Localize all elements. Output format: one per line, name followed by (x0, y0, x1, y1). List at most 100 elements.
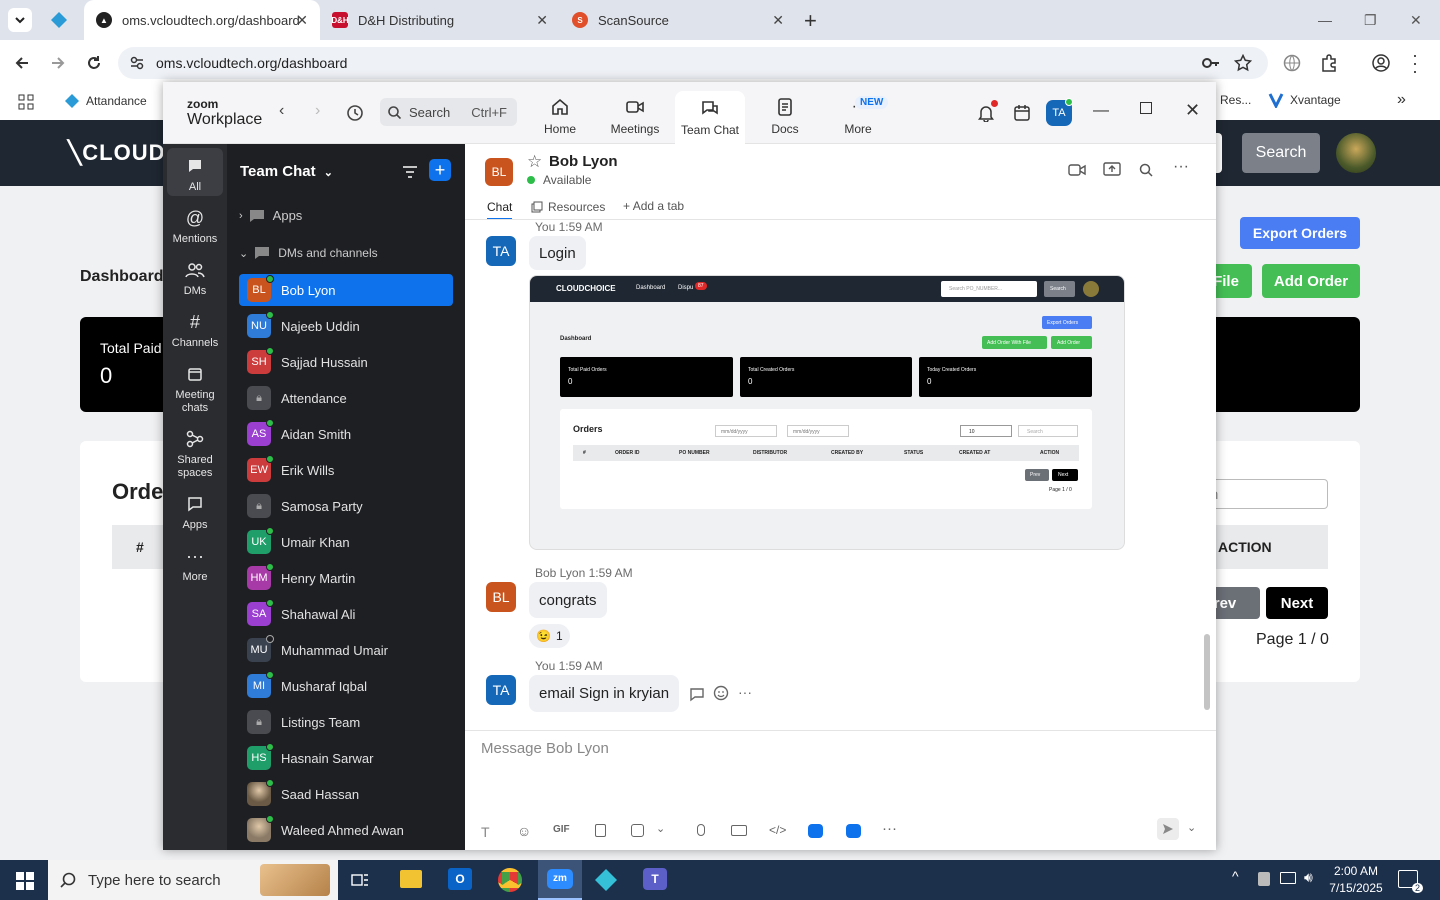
chat-video-icon[interactable] (1068, 163, 1086, 177)
more-bookmarks-icon[interactable]: » (1397, 91, 1406, 109)
apps-section[interactable]: › Apps (239, 208, 302, 223)
bookmark-attendance[interactable]: Attandance (64, 93, 147, 109)
attached-screenshot[interactable]: CLOUDCHOICE Dashboard Dispu 87 Search PO… (529, 275, 1125, 550)
new-tab-button[interactable]: + (804, 8, 817, 34)
message-avatar[interactable]: TA (486, 236, 516, 266)
volume-icon[interactable]: 🔊︎ (1304, 869, 1313, 886)
rail-dms[interactable]: DMs (167, 258, 223, 298)
profile-icon[interactable] (1372, 54, 1390, 72)
site-avatar[interactable] (1336, 133, 1376, 173)
contact-item[interactable]: NU Najeeb Uddin (239, 310, 453, 342)
pinned-tab[interactable] (50, 11, 68, 29)
taskbar-search[interactable]: Type here to search (48, 860, 338, 900)
zoom-minimize-icon[interactable]: — (1093, 102, 1109, 120)
message-bubble[interactable]: congrats (529, 582, 607, 618)
message-bubble[interactable]: Login (529, 236, 586, 270)
screenshot-icon[interactable] (631, 824, 644, 837)
tab-oms-dashboard[interactable]: ▲ oms.vcloudtech.org/dashboard ✕ (84, 0, 320, 40)
add-tab-button[interactable]: + Add a tab (623, 199, 684, 213)
nav-back-icon[interactable]: ‹ (279, 102, 284, 120)
rail-shared-spaces[interactable]: Shared spaces (167, 427, 223, 480)
resources-tab[interactable]: Resources (531, 200, 605, 214)
tab-scansource[interactable]: S ScanSource ✕ (560, 0, 796, 40)
contact-item[interactable]: AS Aidan Smith (239, 418, 453, 450)
reload-icon[interactable] (86, 55, 102, 71)
network-icon[interactable] (1280, 872, 1296, 884)
chat-more-icon[interactable]: ··· (1173, 158, 1189, 176)
back-icon[interactable] (14, 55, 30, 71)
minimize-icon[interactable]: — (1318, 12, 1332, 28)
tab-meetings[interactable]: Meetings (600, 96, 670, 136)
rail-channels[interactable]: # Channels (167, 310, 223, 350)
chat-header-avatar[interactable]: BL (485, 158, 513, 186)
zoom-search-box[interactable]: Search Ctrl+F (380, 98, 517, 126)
message-more-icon[interactable]: ··· (738, 684, 752, 700)
add-reaction-icon[interactable] (713, 685, 729, 701)
zoom-maximize-icon[interactable] (1140, 102, 1152, 114)
contact-item[interactable]: 🔒︎ Samosa Party (239, 490, 453, 522)
contact-item[interactable]: SA Shahawal Ali (239, 598, 453, 630)
microphone-icon[interactable] (697, 824, 705, 836)
windows-start-icon[interactable] (16, 872, 34, 890)
dms-section[interactable]: ⌄ DMs and channels (239, 246, 378, 260)
bookmark-star-icon[interactable] (1234, 54, 1252, 72)
chat-tab[interactable]: Chat (487, 200, 513, 220)
bookmark-xvantage[interactable]: Xvantage (1268, 92, 1341, 108)
chat-search-icon[interactable] (1139, 163, 1153, 177)
zoom-taskbar-icon[interactable]: zm (538, 860, 582, 900)
apps-grid-icon[interactable] (18, 94, 34, 110)
reply-icon[interactable] (689, 686, 705, 702)
rail-mentions[interactable]: @ Mentions (167, 206, 223, 246)
restore-icon[interactable]: ❐ (1364, 12, 1377, 29)
chrome-icon[interactable] (498, 868, 522, 892)
tray-up-icon[interactable]: ^ (1232, 868, 1239, 884)
tab-team-chat[interactable]: Team Chat (675, 91, 745, 144)
rail-more[interactable]: ··· More (167, 544, 223, 584)
zoom-app-icon[interactable] (846, 824, 861, 838)
notification-center-icon[interactable]: 2 (1398, 870, 1423, 893)
share-screen-icon[interactable] (1103, 162, 1121, 178)
outlook-icon[interactable]: O (448, 868, 472, 890)
diamond-app-icon[interactable] (594, 868, 618, 892)
vpn-globe-icon[interactable] (1283, 54, 1301, 72)
calendar-icon[interactable] (1013, 104, 1031, 122)
message-avatar[interactable]: TA (486, 675, 516, 705)
gif-icon[interactable]: GIF (553, 824, 570, 835)
teams-icon[interactable]: T (643, 868, 667, 890)
chevron-down-icon[interactable]: ⌄ (656, 822, 665, 835)
composer-more-icon[interactable]: ··· (882, 820, 897, 837)
contact-item[interactable]: SH Sajjad Hussain (239, 346, 453, 378)
tray-app-icon[interactable] (1258, 872, 1270, 886)
tab-home[interactable]: Home (525, 96, 595, 136)
reaction-chip[interactable]: 😉 1 (529, 624, 570, 648)
tab-search-button[interactable] (8, 8, 32, 32)
send-button[interactable] (1157, 818, 1179, 840)
contact-item[interactable]: HM Henry Martin (239, 562, 453, 594)
new-chat-button[interactable]: + (429, 159, 451, 181)
site-add-order-button[interactable]: Add Order (1262, 264, 1360, 298)
site-next-button[interactable]: Next (1266, 587, 1328, 619)
chat-header-name[interactable]: Bob Lyon (549, 153, 618, 170)
contact-item[interactable]: Waleed Ahmed Awan (239, 814, 453, 846)
site-export-orders-button[interactable]: Export Orders (1240, 217, 1360, 249)
file-explorer-icon[interactable] (400, 870, 422, 888)
nav-forward-icon[interactable]: › (315, 102, 320, 120)
extensions-icon[interactable] (1320, 54, 1338, 72)
close-window-icon[interactable]: ✕ (1410, 12, 1422, 29)
video-message-icon[interactable] (731, 825, 747, 836)
bookmark-res[interactable]: Res... (1220, 93, 1251, 107)
close-tab-icon[interactable]: ✕ (536, 12, 548, 29)
chat-scrollbar[interactable] (1204, 634, 1210, 710)
taskbar-clock[interactable]: 2:00 AM 7/15/2025 (1326, 863, 1386, 897)
emoji-icon[interactable]: ☺ (517, 823, 531, 839)
rail-apps[interactable]: Apps (167, 492, 223, 532)
file-icon[interactable] (595, 824, 606, 837)
message-bubble[interactable]: email Sign in kryian (529, 675, 680, 712)
app-integration-icon[interactable] (808, 824, 823, 838)
contact-item[interactable]: MI Musharaf Iqbal (239, 670, 453, 702)
star-icon[interactable]: ☆ (527, 152, 542, 172)
format-text-icon[interactable]: T (481, 824, 490, 840)
message-avatar[interactable]: BL (486, 582, 516, 612)
site-settings-icon[interactable] (130, 56, 144, 70)
password-key-icon[interactable] (1202, 55, 1220, 71)
